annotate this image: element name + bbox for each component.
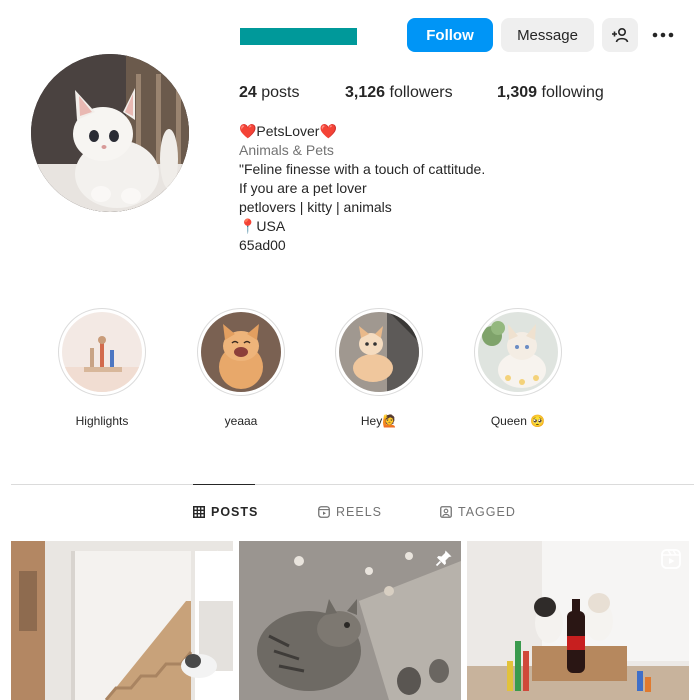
tab-reels[interactable]: REELS xyxy=(318,505,382,519)
profile-avatar[interactable] xyxy=(31,54,189,212)
posts-stat: 24 posts xyxy=(239,84,300,102)
bio-line: "Feline finesse with a touch of cattitud… xyxy=(239,161,486,177)
highlight-cover xyxy=(201,312,281,392)
bio-line: petlovers | kitty | animals xyxy=(239,199,392,215)
highlight-ring xyxy=(197,308,285,396)
followers-count: 3,126 xyxy=(345,84,386,101)
tab-posts-label: POSTS xyxy=(211,505,259,519)
reels-badge-icon xyxy=(661,549,681,569)
highlight-cover xyxy=(62,312,142,392)
follow-button[interactable]: Follow xyxy=(407,18,493,52)
highlight-item[interactable]: Queen 🥺 xyxy=(473,308,563,428)
highlight-ring xyxy=(474,308,562,396)
post-image xyxy=(467,541,689,700)
profile-category: Animals & Pets xyxy=(239,142,334,158)
follow-button-label: Follow xyxy=(426,26,474,44)
tab-tagged[interactable]: TAGGED xyxy=(440,505,516,519)
message-button-label: Message xyxy=(517,26,578,44)
bio-line: If you are a pet lover xyxy=(239,180,367,196)
more-options-button[interactable] xyxy=(646,18,680,52)
post-image xyxy=(239,541,461,700)
tabs-divider xyxy=(11,484,694,485)
highlight-item[interactable]: Hey🙋 xyxy=(334,308,424,428)
add-user-icon xyxy=(612,27,629,43)
highlight-cover xyxy=(339,312,419,392)
pin-icon xyxy=(435,550,452,567)
pin-icon xyxy=(207,550,224,567)
kitten-photo xyxy=(31,54,189,212)
reels-icon xyxy=(318,506,330,518)
display-name: ❤️PetsLover❤️ xyxy=(239,123,337,139)
followers-stat[interactable]: 3,126 followers xyxy=(345,84,453,102)
post-thumbnail[interactable] xyxy=(239,541,461,700)
username-redacted xyxy=(240,28,357,45)
tab-tagged-label: TAGGED xyxy=(458,505,516,519)
bio-line: 📍USA xyxy=(239,218,286,234)
following-label: following xyxy=(541,84,604,101)
post-image xyxy=(11,541,233,700)
tab-posts[interactable]: POSTS xyxy=(193,505,258,519)
more-options-icon xyxy=(652,32,674,38)
posts-label: posts xyxy=(261,84,300,101)
suggest-users-button[interactable] xyxy=(602,18,638,52)
highlight-label: Hey🙋 xyxy=(360,414,398,428)
bio-line: 65ad00 xyxy=(239,237,286,253)
highlight-item[interactable]: yeaaa xyxy=(196,308,286,428)
profile-bio: ❤️PetsLover❤️ Animals & Pets "Feline fin… xyxy=(239,122,485,255)
post-thumbnail[interactable] xyxy=(467,541,689,700)
post-thumbnail[interactable] xyxy=(11,541,233,700)
followers-label: followers xyxy=(389,84,453,101)
highlight-ring xyxy=(58,308,146,396)
tab-reels-label: REELS xyxy=(336,505,382,519)
highlight-item[interactable]: Highlights xyxy=(57,308,147,428)
highlight-label: yeaaa xyxy=(224,414,258,428)
following-stat[interactable]: 1,309 following xyxy=(497,84,604,102)
highlight-ring xyxy=(335,308,423,396)
highlight-label: Highlights xyxy=(75,414,129,428)
message-button[interactable]: Message xyxy=(501,18,594,52)
posts-count: 24 xyxy=(239,84,257,101)
following-count: 1,309 xyxy=(497,84,538,101)
grid-icon xyxy=(193,506,205,518)
tagged-icon xyxy=(440,506,452,518)
highlight-cover xyxy=(478,312,558,392)
active-tab-indicator xyxy=(193,484,255,485)
highlight-label: Queen 🥺 xyxy=(490,414,546,428)
